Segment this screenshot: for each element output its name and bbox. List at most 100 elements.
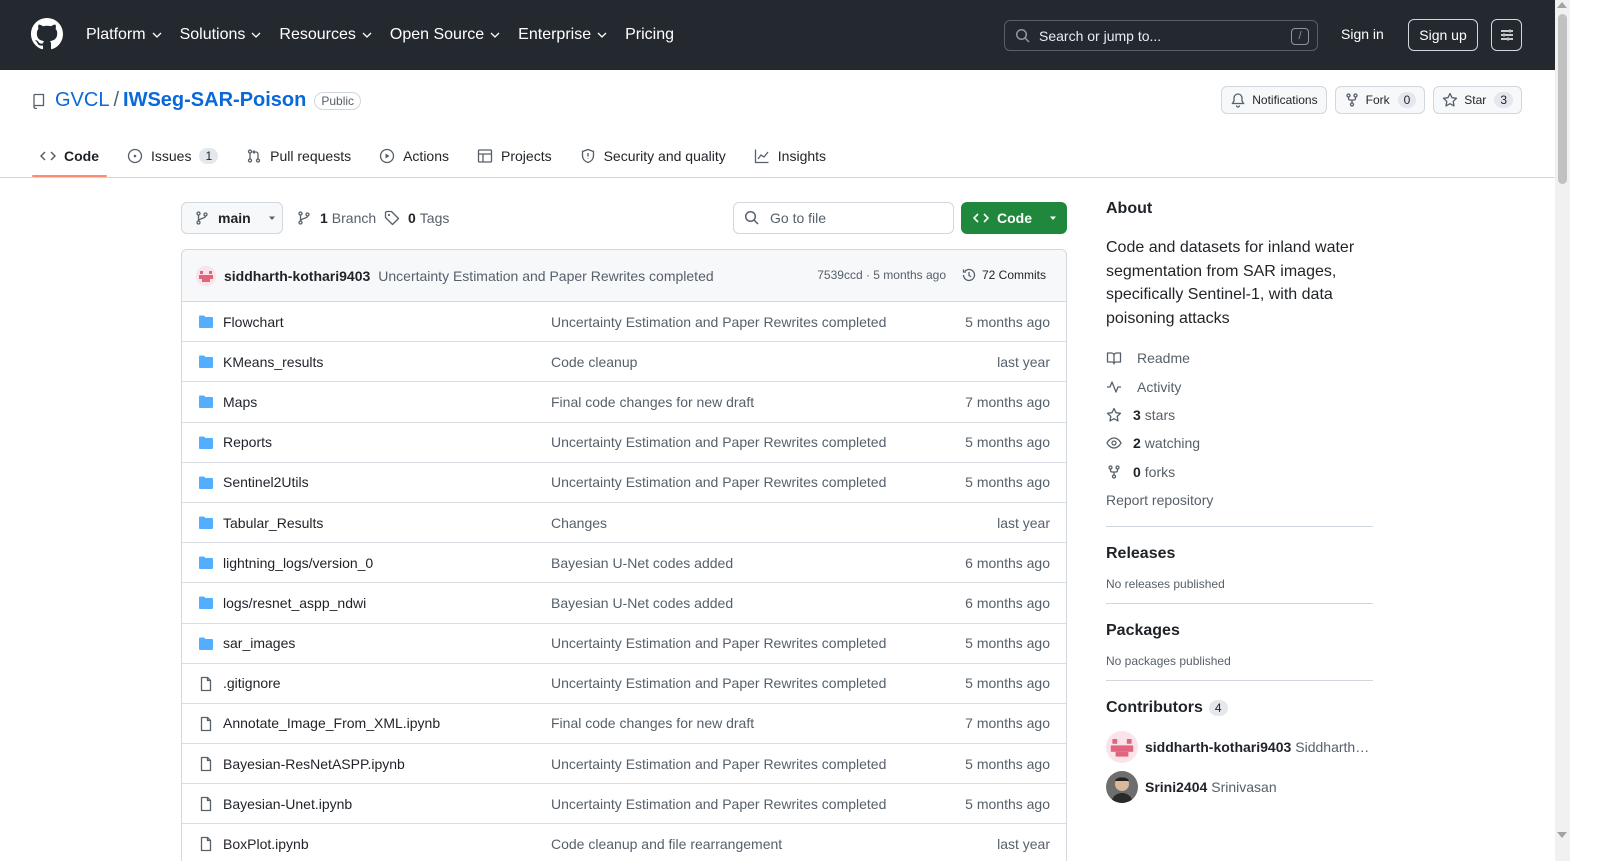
stars-link[interactable]: 3 stars: [1106, 401, 1373, 429]
table-row[interactable]: Maps Final code changes for new draft 7 mo…: [182, 382, 1066, 423]
sign-in-link[interactable]: Sign in: [1341, 26, 1384, 42]
file-commit-message-link[interactable]: Final code changes for new draft: [551, 394, 754, 410]
nav-pricing[interactable]: Pricing: [625, 26, 674, 44]
file-commit-message-link[interactable]: Uncertainty Estimation and Paper Rewrite…: [551, 314, 886, 330]
star-button[interactable]: Star 3: [1433, 86, 1522, 114]
scroll-down-arrow-icon[interactable]: [1557, 832, 1567, 838]
header-divider: [0, 177, 1555, 178]
global-search-input[interactable]: Search or jump to... /: [1004, 20, 1318, 51]
file-name-link[interactable]: Bayesian-ResNetASPP.ipynb: [223, 756, 405, 772]
avatar[interactable]: [196, 265, 216, 286]
file-commit-message-link[interactable]: Uncertainty Estimation and Paper Rewrite…: [551, 756, 886, 772]
commit-message-link[interactable]: Uncertainty Estimation and Paper Rewrite…: [378, 268, 713, 284]
table-row[interactable]: KMeans_results Code cleanup last year: [182, 342, 1066, 383]
file-commit-message-link[interactable]: Changes: [551, 515, 607, 531]
contributors-heading[interactable]: Contributors 4: [1106, 699, 1373, 717]
notifications-button[interactable]: Notifications: [1221, 86, 1327, 114]
table-row[interactable]: Flowchart Uncertainty Estimation and Pape…: [182, 302, 1066, 343]
avatar[interactable]: [1106, 731, 1138, 764]
commit-author-link[interactable]: siddharth-kothari9403: [224, 268, 370, 284]
file-name-link[interactable]: Annotate_Image_From_XML.ipynb: [223, 715, 440, 731]
nav-resources[interactable]: Resources: [279, 26, 372, 44]
file-commit-message-link[interactable]: Uncertainty Estimation and Paper Rewrite…: [551, 635, 886, 651]
nav-enterprise[interactable]: Enterprise: [518, 26, 607, 44]
repo-owner-link[interactable]: GVCL: [55, 89, 109, 112]
tags-link[interactable]: 0 Tags: [384, 210, 449, 226]
table-row[interactable]: sar_images Uncertainty Estimation and Pap…: [182, 624, 1066, 664]
settings-menu-button[interactable]: [1491, 19, 1522, 51]
file-commit-message-link[interactable]: Uncertainty Estimation and Paper Rewrite…: [551, 434, 886, 450]
file-commit-message-link[interactable]: Code cleanup and file rearrangement: [551, 836, 782, 852]
repo-name-link[interactable]: IWSeg-SAR-Poison: [123, 89, 306, 112]
table-row[interactable]: lightning_logs/version_0 Bayesian U-Net c…: [182, 543, 1066, 584]
file-name-link[interactable]: Reports: [223, 434, 272, 450]
code-download-button[interactable]: Code: [961, 202, 1067, 234]
releases-empty-text: No releases published: [1106, 577, 1225, 592]
scrollbar-thumb[interactable]: [1558, 14, 1567, 184]
file-name-link[interactable]: sar_images: [223, 635, 295, 651]
tab-code[interactable]: Code: [32, 136, 107, 177]
scroll-up-arrow-icon[interactable]: [1557, 2, 1567, 8]
file-commit-age: 5 months ago: [965, 434, 1050, 451]
file-name-link[interactable]: Flowchart: [223, 314, 284, 330]
contributor-item[interactable]: Srini2404 Srinivasan: [1106, 767, 1373, 807]
watching-link[interactable]: 2 watching: [1106, 429, 1373, 457]
file-commit-message-link[interactable]: Uncertainty Estimation and Paper Rewrite…: [551, 796, 886, 812]
table-row[interactable]: .gitignore Uncertainty Estimation and Pap…: [182, 664, 1066, 704]
file-commit-message-link[interactable]: Uncertainty Estimation and Paper Rewrite…: [551, 675, 886, 691]
file-commit-message-link[interactable]: Uncertainty Estimation and Paper Rewrite…: [551, 474, 886, 490]
table-row[interactable]: Sentinel2Utils Uncertainty Estimation and…: [182, 463, 1066, 503]
activity-link[interactable]: Activity: [1106, 372, 1373, 400]
branch-selector-button[interactable]: main: [181, 202, 283, 234]
contributor-item[interactable]: siddharth-kothari9403 Siddharth …: [1106, 727, 1373, 767]
nav-solutions[interactable]: Solutions: [180, 26, 262, 44]
commit-hash-time[interactable]: 7539ccd · 5 months ago: [817, 268, 946, 282]
file-name-link[interactable]: lightning_logs/version_0: [223, 555, 373, 571]
latest-commit-bar: siddharth-kothari9403 Uncertainty Estima…: [182, 250, 1066, 302]
file-commit-message-link[interactable]: Bayesian U-Net codes added: [551, 595, 733, 611]
file-commit-message-link[interactable]: Bayesian U-Net codes added: [551, 555, 733, 571]
report-repository-link[interactable]: Report repository: [1106, 486, 1373, 514]
fork-button[interactable]: Fork 0: [1334, 86, 1426, 114]
table-row[interactable]: Annotate_Image_From_XML.ipynb Final code …: [182, 704, 1066, 745]
forks-link[interactable]: 0 forks: [1106, 458, 1373, 486]
readme-link[interactable]: Readme: [1106, 344, 1373, 372]
tab-issues[interactable]: Issues 1: [119, 136, 226, 176]
sidebar-link-label: Readme: [1137, 350, 1190, 367]
file-commit-message-link[interactable]: Code cleanup: [551, 354, 637, 370]
tab-projects[interactable]: Projects: [469, 136, 560, 176]
notifications-label: Notifications: [1252, 93, 1318, 107]
table-row[interactable]: Tabular_Results Changes last year: [182, 503, 1066, 544]
file-name-link[interactable]: KMeans_results: [223, 354, 323, 370]
file-name-link[interactable]: logs/resnet_aspp_ndwi: [223, 595, 366, 611]
file-name-link[interactable]: Sentinel2Utils: [223, 474, 309, 490]
search-shortcut-key: /: [1291, 28, 1309, 45]
github-logo-icon[interactable]: [31, 18, 63, 50]
sign-up-button[interactable]: Sign up: [1408, 19, 1478, 51]
avatar[interactable]: [1106, 771, 1138, 804]
file-commit-message-link[interactable]: Final code changes for new draft: [551, 715, 754, 731]
table-row[interactable]: Reports Uncertainty Estimation and Paper …: [182, 423, 1066, 463]
tab-security[interactable]: Security and quality: [572, 136, 734, 176]
file-name-link[interactable]: .gitignore: [223, 675, 281, 691]
table-row[interactable]: logs/resnet_aspp_ndwi Bayesian U-Net code…: [182, 583, 1066, 624]
packages-heading[interactable]: Packages: [1106, 622, 1373, 640]
nav-platform[interactable]: Platform: [86, 26, 162, 44]
commits-history-link[interactable]: 72 Commits: [961, 267, 1046, 283]
file-name-link[interactable]: Maps: [223, 394, 257, 410]
table-row[interactable]: BoxPlot.ipynb Code cleanup and file rearr…: [182, 824, 1066, 861]
folder-icon: [198, 354, 214, 373]
tab-insights[interactable]: Insights: [746, 136, 834, 176]
releases-heading[interactable]: Releases: [1106, 545, 1373, 563]
tab-actions[interactable]: Actions: [371, 136, 457, 176]
go-to-file-input[interactable]: Go to file: [733, 202, 954, 234]
table-row[interactable]: Bayesian-Unet.ipynb Uncertainty Estimatio…: [182, 784, 1066, 825]
branches-link[interactable]: 1 Branch: [296, 210, 376, 226]
file-name-link[interactable]: Tabular_Results: [223, 515, 323, 531]
table-row[interactable]: Bayesian-ResNetASPP.ipynb Uncertainty Est…: [182, 744, 1066, 785]
file-name-link[interactable]: Bayesian-Unet.ipynb: [223, 796, 352, 812]
repo-separator: /: [113, 89, 120, 111]
nav-open-source[interactable]: Open Source: [390, 26, 500, 44]
tab-pull-requests[interactable]: Pull requests: [238, 136, 359, 176]
file-name-link[interactable]: BoxPlot.ipynb: [223, 836, 309, 852]
